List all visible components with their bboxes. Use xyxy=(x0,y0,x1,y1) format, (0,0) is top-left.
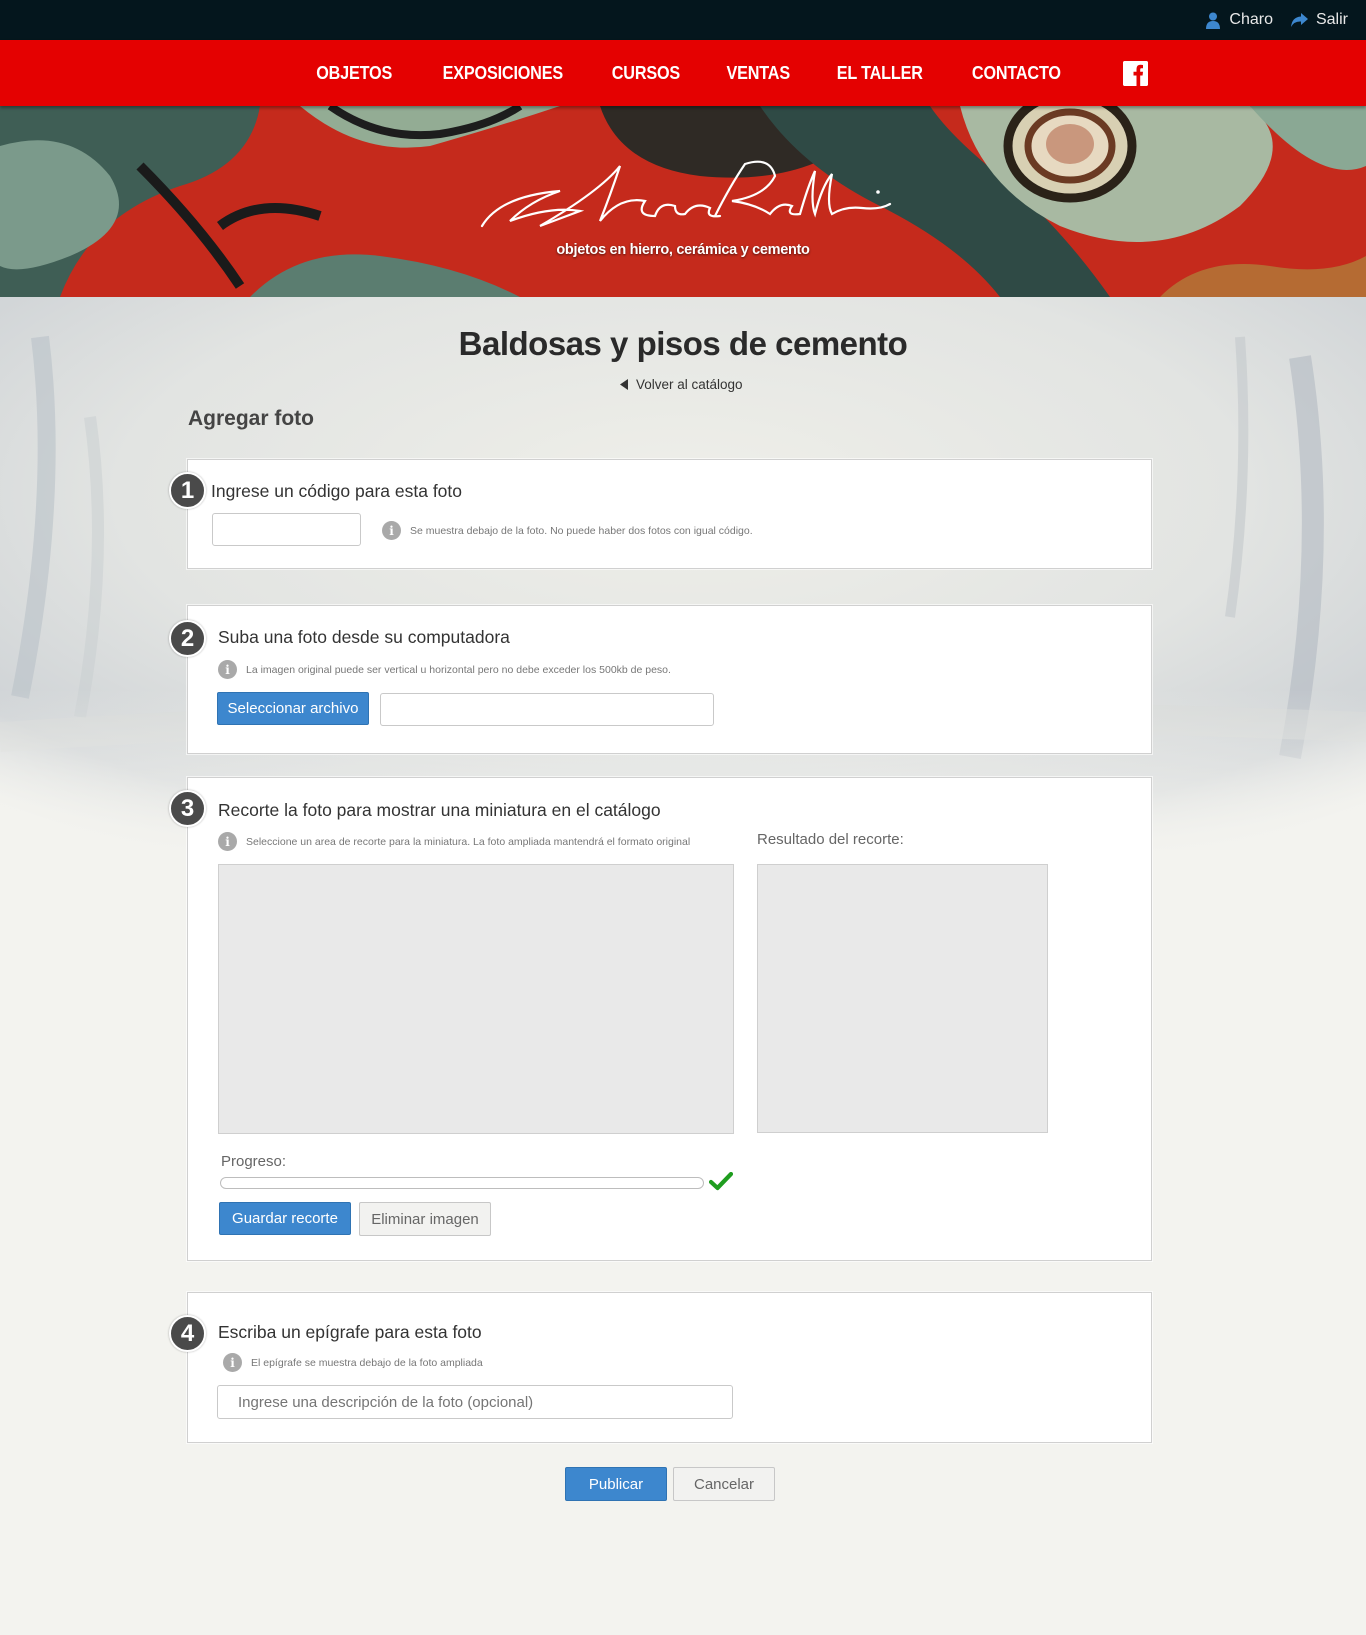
user-name: Charo xyxy=(1229,11,1273,28)
nav-link-el-taller[interactable]: EL TALLER xyxy=(837,63,923,84)
step-1-card: 1 Ingrese un código para esta foto i Se … xyxy=(169,459,1152,569)
page-title: Baldosas y pisos de cemento xyxy=(458,325,908,362)
hero-banner: objetos en hierro, cerámica y cemento xyxy=(0,106,1366,297)
facebook-icon[interactable] xyxy=(1123,61,1148,86)
nav-item: OBJETOS xyxy=(312,63,396,84)
step-1-title: Ingrese un código para esta foto xyxy=(211,481,463,501)
step-2-card: 2 Suba una foto desde su computadora i L… xyxy=(169,605,1152,754)
back-link-label: Volver al catálogo xyxy=(636,377,743,392)
save-crop-button[interactable]: Guardar recorte xyxy=(219,1202,351,1235)
crop-result-label: Resultado del recorte: xyxy=(757,831,904,848)
main-nav: OBJETOS EXPOSICIONES CURSOS VENTAS EL TALLER… xyxy=(0,40,1366,106)
step-4-hint-text: El epígrafe se muestra debajo de la foto… xyxy=(251,1356,483,1369)
progress-label: Progreso: xyxy=(221,1153,287,1170)
step-2-hint-text: La imagen original puede ser vertical u … xyxy=(246,663,671,676)
nav-link-objetos[interactable]: OBJETOS xyxy=(316,63,392,84)
code-input[interactable] xyxy=(212,513,361,546)
user-menu[interactable]: Charo xyxy=(1205,11,1273,29)
step-3-hint: i Seleccione un area de recorte para la … xyxy=(218,832,690,851)
file-name-field[interactable] xyxy=(380,693,714,726)
caption-input[interactable] xyxy=(217,1385,733,1419)
step-3-card: 3 Recorte la foto para mostrar una minia… xyxy=(169,777,1152,1261)
step-1-hint: i Se muestra debajo de la foto. No puede… xyxy=(382,521,753,540)
caret-left-icon xyxy=(620,379,628,390)
info-icon: i xyxy=(218,832,237,851)
user-icon xyxy=(1206,12,1221,29)
publish-button[interactable]: Publicar xyxy=(565,1467,667,1501)
step-3-title: Recorte la foto para mostrar una miniatu… xyxy=(218,800,661,820)
top-bar: Charo Salir xyxy=(0,0,1366,40)
select-file-button[interactable]: Seleccionar archivo xyxy=(217,692,369,725)
nav-item: CONTACTO xyxy=(967,63,1066,84)
step-3-hint-text: Seleccione un area de recorte para la mi… xyxy=(246,835,691,848)
nav-link-contacto[interactable]: CONTACTO xyxy=(972,63,1061,84)
hero-tagline: objetos en hierro, cerámica y cemento xyxy=(556,242,810,258)
nav-link-ventas[interactable]: VENTAS xyxy=(727,63,791,84)
cancel-button[interactable]: Cancelar xyxy=(673,1467,775,1501)
delete-image-button[interactable]: Eliminar imagen xyxy=(359,1202,491,1236)
nav-link-cursos[interactable]: CURSOS xyxy=(612,63,680,84)
info-icon: i xyxy=(218,660,237,679)
crop-selection-area[interactable] xyxy=(218,864,734,1134)
info-icon: i xyxy=(382,521,401,540)
info-icon: i xyxy=(223,1353,242,1372)
step-2-hint: i La imagen original puede ser vertical … xyxy=(218,660,671,679)
back-to-catalog-link[interactable]: Volver al catálogo xyxy=(620,377,743,392)
step-4-hint: i El epígrafe se muestra debajo de la fo… xyxy=(223,1353,483,1372)
nav-list: OBJETOS EXPOSICIONES CURSOS VENTAS EL TALLER… xyxy=(312,63,1066,84)
step-1-number: 1 xyxy=(169,472,206,509)
crop-result-preview xyxy=(757,864,1048,1133)
step-1-hint-text: Se muestra debajo de la foto. No puede h… xyxy=(410,524,753,537)
logout-label: Salir xyxy=(1315,11,1348,28)
nav-item: EXPOSICIONES xyxy=(436,63,570,84)
progress-bar xyxy=(220,1177,704,1189)
step-2-title: Suba una foto desde su computadora xyxy=(218,627,510,647)
charo-perelli-signature-logo xyxy=(480,160,892,228)
step-2-number: 2 xyxy=(169,620,206,657)
check-icon xyxy=(709,1172,733,1191)
logout-link[interactable]: Salir xyxy=(1290,11,1348,29)
share-arrow-icon xyxy=(1290,13,1308,27)
step-3-number: 3 xyxy=(169,790,206,827)
nav-link-exposiciones[interactable]: EXPOSICIONES xyxy=(442,63,562,84)
nav-item: CURSOS xyxy=(608,63,684,84)
step-4-card: 4 Escriba un epígrafe para esta foto i E… xyxy=(169,1292,1152,1443)
step-4-title: Escriba un epígrafe para esta foto xyxy=(218,1322,482,1342)
nav-item: EL TALLER xyxy=(832,63,928,84)
section-title: Agregar foto xyxy=(188,407,314,430)
step-4-number: 4 xyxy=(169,1315,206,1352)
nav-item: VENTAS xyxy=(723,63,793,84)
